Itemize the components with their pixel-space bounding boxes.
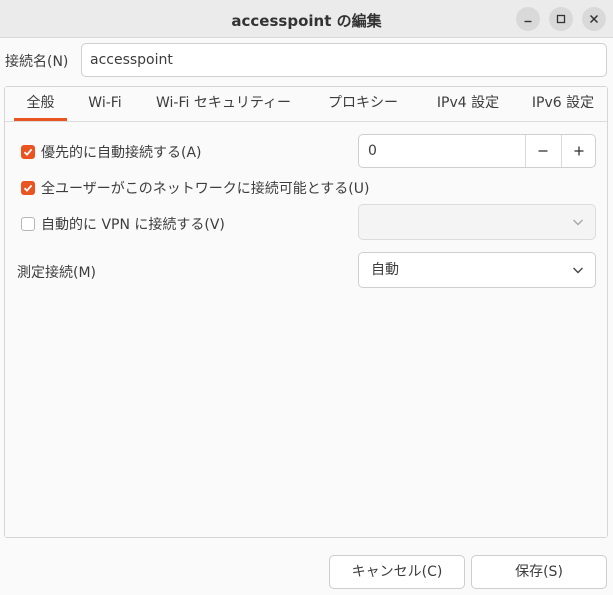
metered-label: 測定接続(M) bbox=[17, 265, 97, 281]
all-users-checkbox-row[interactable]: 全ユーザーがこのネットワークに接続可能とする(U) bbox=[21, 178, 369, 198]
edit-connection-dialog: accesspoint の編集 接続名(N) accesspoint 全般 Wi… bbox=[0, 0, 613, 595]
metered-select-value: 自動 bbox=[371, 262, 399, 278]
chevron-down-icon bbox=[573, 219, 583, 226]
tab-wifi[interactable]: Wi-Fi bbox=[75, 87, 135, 121]
check-icon bbox=[23, 148, 33, 156]
connection-name-label: 接続名(N) bbox=[5, 54, 69, 70]
priority-spinbutton[interactable]: 0 bbox=[358, 134, 596, 168]
connection-name-input[interactable]: accesspoint bbox=[81, 43, 607, 77]
check-icon bbox=[23, 184, 33, 192]
tab-bar: 全般 Wi-Fi Wi-Fi セキュリティー プロキシー IPv4 設定 IPv… bbox=[5, 87, 607, 122]
all-users-label: 全ユーザーがこのネットワークに接続可能とする(U) bbox=[41, 181, 370, 197]
tab-ipv4[interactable]: IPv4 設定 bbox=[423, 87, 513, 121]
minimize-button[interactable] bbox=[516, 7, 540, 31]
auto-connect-checkbox-row[interactable]: 優先的に自動接続する(A) bbox=[21, 142, 202, 162]
minimize-icon bbox=[524, 20, 532, 23]
priority-decrement-button[interactable] bbox=[525, 135, 559, 167]
title-bar: accesspoint の編集 bbox=[0, 0, 613, 38]
close-button[interactable] bbox=[582, 7, 606, 31]
cancel-button[interactable]: キャンセル(C) bbox=[329, 555, 465, 589]
auto-vpn-checkbox[interactable] bbox=[21, 217, 35, 231]
auto-connect-label: 優先的に自動接続する(A) bbox=[41, 145, 202, 161]
priority-value[interactable]: 0 bbox=[368, 135, 377, 167]
tab-general[interactable]: 全般 bbox=[14, 87, 67, 121]
close-icon bbox=[589, 14, 599, 24]
auto-vpn-label: 自動的に VPN に接続する(V) bbox=[41, 217, 225, 233]
vpn-select bbox=[358, 204, 596, 240]
minus-icon bbox=[538, 150, 547, 152]
chevron-down-icon bbox=[573, 267, 583, 274]
metered-select[interactable]: 自動 bbox=[358, 252, 596, 288]
general-tab-content: 優先的に自動接続する(A) 0 全ユーザーがこのネットワークに接続可能とする(U… bbox=[5, 122, 607, 537]
auto-vpn-checkbox-row[interactable]: 自動的に VPN に接続する(V) bbox=[21, 214, 225, 234]
maximize-icon bbox=[556, 14, 566, 24]
all-users-checkbox[interactable] bbox=[21, 181, 35, 195]
tab-wifi-security[interactable]: Wi-Fi セキュリティー bbox=[146, 87, 301, 121]
tab-ipv6[interactable]: IPv6 設定 bbox=[518, 87, 608, 121]
auto-connect-checkbox[interactable] bbox=[21, 145, 35, 159]
priority-increment-button[interactable] bbox=[561, 135, 595, 167]
maximize-button[interactable] bbox=[549, 7, 573, 31]
plus-icon bbox=[574, 146, 583, 156]
settings-notebook: 全般 Wi-Fi Wi-Fi セキュリティー プロキシー IPv4 設定 IPv… bbox=[4, 86, 608, 538]
tab-proxy[interactable]: プロキシー bbox=[317, 87, 409, 121]
save-button[interactable]: 保存(S) bbox=[471, 555, 607, 589]
